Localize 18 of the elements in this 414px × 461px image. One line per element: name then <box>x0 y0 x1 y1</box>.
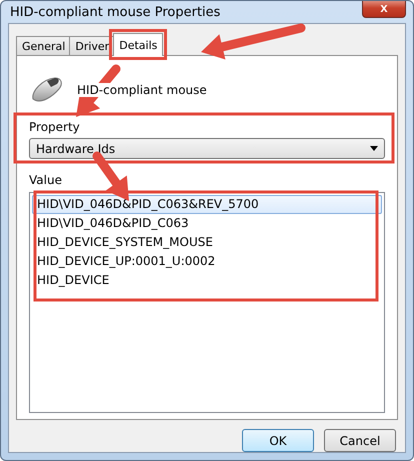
ok-button[interactable]: OK <box>242 429 314 452</box>
list-item[interactable]: HID\VID_046D&PID_C063&REV_5700 <box>32 195 382 214</box>
list-item[interactable]: HID_DEVICE_SYSTEM_MOUSE <box>32 233 382 252</box>
list-item[interactable]: HID_DEVICE_UP:0001_U:0002 <box>32 252 382 271</box>
property-label: Property <box>29 120 81 134</box>
tab[interactable]: Details <box>113 33 164 56</box>
device-name: HID-compliant mouse <box>77 83 207 97</box>
value-label: Value <box>29 173 63 187</box>
annotation-arrow <box>92 152 129 201</box>
property-dropdown[interactable]: Hardware Ids <box>29 138 385 159</box>
close-button[interactable]: x <box>362 1 406 18</box>
cancel-button[interactable]: Cancel <box>324 429 396 452</box>
list-item[interactable]: HID\VID_046D&PID_C063 <box>32 214 382 233</box>
tab[interactable]: General <box>16 36 72 56</box>
list-item[interactable]: HID_DEVICE <box>32 271 382 290</box>
highlight-frame <box>109 29 168 60</box>
caret-icon <box>370 146 378 151</box>
window-title: HID-compliant mouse Properties <box>9 4 220 20</box>
